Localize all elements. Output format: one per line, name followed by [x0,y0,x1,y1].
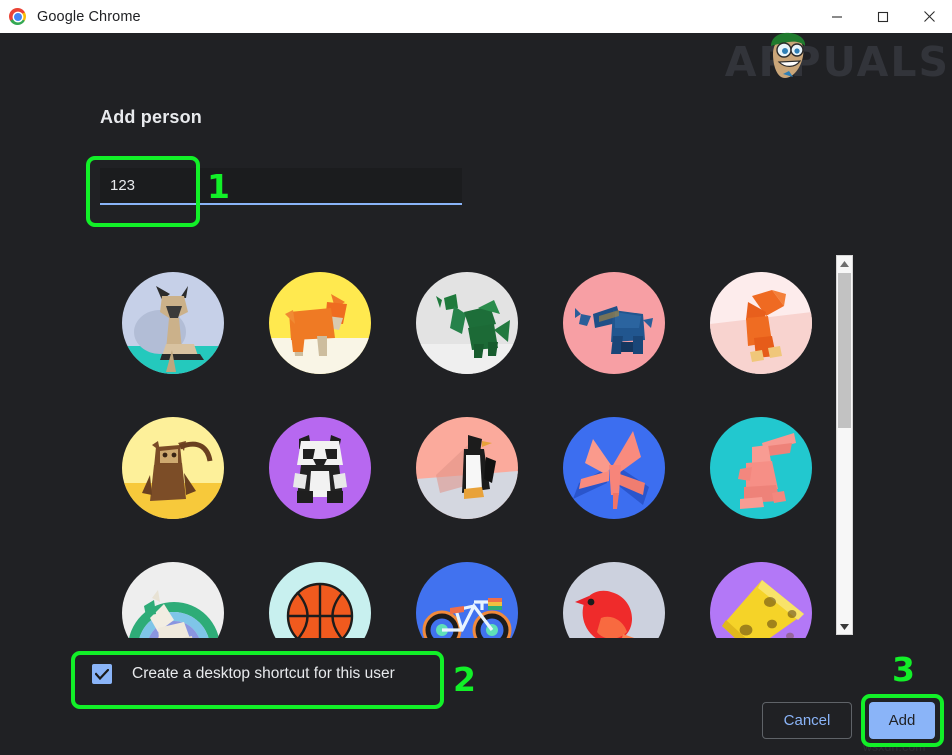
appuals-mascot-icon [770,32,805,78]
avatar-grid-scrollbar[interactable] [836,255,853,635]
avatar-option-butterfly[interactable] [541,395,686,540]
bicycle-icon [415,561,518,638]
add-button[interactable]: Add [869,702,935,739]
avatar-option-cheese[interactable] [688,540,832,638]
chrome-add-person-window: Google Chrome APPUALS Add person 123 Cre… [0,0,952,755]
check-icon [95,668,109,680]
avatar-fox [709,271,812,374]
avatar-option-bicycle[interactable] [394,540,539,638]
avatar-rabbit [709,416,812,519]
avatar-bicycle [415,561,518,638]
close-button[interactable] [906,0,952,33]
avatar-option-dragon[interactable] [394,250,539,395]
avatar-option-rabbit[interactable] [688,395,832,540]
avatar-butterfly [562,416,665,519]
avatar-option-basketball[interactable] [247,540,392,638]
avatar-cat [121,271,224,374]
avatar-option-bird[interactable] [541,540,686,638]
appuals-watermark: APPUALS [724,32,950,88]
avatar-option-elephant[interactable] [541,250,686,395]
avatar-option-penguin[interactable] [394,395,539,540]
triangle-up-icon [840,260,849,267]
maximize-icon [877,11,889,22]
avatar-option-dog[interactable] [247,250,392,395]
annotation-number-1: 1 [207,167,230,206]
avatar-option-fox[interactable] [688,250,832,395]
maximize-button[interactable] [860,0,906,33]
avatar-monkey [121,416,224,519]
avatar-option-monkey[interactable] [100,395,245,540]
scrollbar-down-button[interactable] [837,619,852,634]
cat-origami-icon [121,271,224,374]
monkey-origami-icon [121,416,224,519]
panda-origami-icon [268,416,371,519]
checkbox-label: Create a desktop shortcut for this user [132,665,395,682]
name-input[interactable]: 123 [100,168,462,205]
avatar-bird [562,561,665,638]
scrollbar-thumb[interactable] [838,273,851,428]
cheese-icon [709,561,812,638]
bird-icon [562,561,665,638]
avatar-dog [268,271,371,374]
avatar-panda [268,416,371,519]
dog-origami-icon [268,271,371,374]
window-title: Google Chrome [37,8,141,25]
window-titlebar[interactable]: Google Chrome [0,0,952,33]
fox-origami-icon [709,271,812,374]
avatar-option-unicorn[interactable] [100,540,245,638]
elephant-origami-icon [562,271,665,374]
minimize-button[interactable] [814,0,860,33]
unicorn-rainbow-origami-icon [121,561,224,638]
watermark-text: APPUALS [724,38,950,86]
avatar-option-cat[interactable] [100,250,245,395]
scrollbar-up-button[interactable] [837,256,852,271]
avatar-grid [100,250,832,638]
penguin-origami-icon [415,416,518,519]
triangle-down-icon [840,623,849,630]
dragon-origami-icon [415,271,518,374]
minimize-icon [832,15,842,18]
window-controls [814,0,952,33]
avatar-option-panda[interactable] [247,395,392,540]
close-icon [923,11,935,22]
desktop-shortcut-checkbox[interactable]: Create a desktop shortcut for this user [92,664,395,684]
basketball-icon [268,561,371,638]
butterfly-origami-icon [562,416,665,519]
annotation-number-3: 3 [892,650,915,689]
rabbit-origami-icon [709,416,812,519]
avatar-cheese [709,561,812,638]
avatar-grid-viewport [100,250,832,638]
avatar-dragon [415,271,518,374]
chrome-logo-icon [9,8,26,25]
avatar-basketball [268,561,371,638]
footer-watermark: wsxdn.com [863,740,926,754]
cancel-button[interactable]: Cancel [762,702,852,739]
avatar-penguin [415,416,518,519]
dialog-heading: Add person [100,107,203,127]
checkbox-box[interactable] [92,664,112,684]
annotation-number-2: 2 [453,660,476,699]
avatar-elephant [562,271,665,374]
name-input-value: 123 [110,177,136,194]
avatar-unicorn [121,561,224,638]
